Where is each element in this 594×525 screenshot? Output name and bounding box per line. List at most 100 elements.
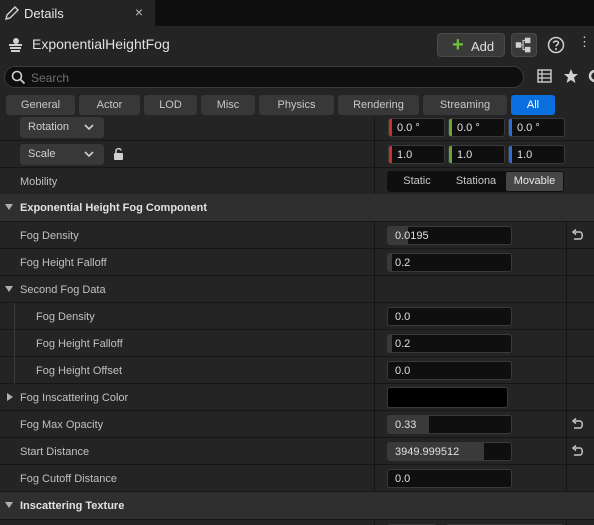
expand-arrow-icon[interactable] — [7, 393, 13, 401]
filter-rendering[interactable]: Rendering — [338, 95, 419, 115]
scale-x-value: 1.0 — [397, 149, 413, 161]
filter-lod[interactable]: LOD — [144, 95, 197, 115]
next-property-row — [0, 520, 594, 525]
fog-density-field[interactable]: 0.0195 — [387, 226, 512, 245]
search-row — [0, 62, 594, 90]
scale-z-field[interactable]: 1.0 — [508, 145, 565, 164]
fog-height-falloff-value: 0.2 — [395, 257, 411, 269]
rotation-x-field[interactable]: 0.0 ° — [388, 118, 445, 137]
scale-y-field[interactable]: 1.0 — [448, 145, 505, 164]
divider — [374, 303, 375, 330]
second-fog-height-falloff-field[interactable]: 0.2 — [387, 334, 512, 353]
category-inscattering-texture[interactable]: Inscattering Texture — [0, 492, 594, 520]
collapse-arrow-icon[interactable] — [5, 204, 13, 210]
divider — [566, 357, 567, 384]
divider — [566, 249, 567, 276]
second-fog-data-label: Second Fog Data — [20, 284, 106, 296]
divider — [566, 384, 567, 411]
mobility-stationary[interactable]: Stationa — [447, 172, 505, 191]
rotation-label: Rotation — [28, 121, 69, 133]
mobility-movable[interactable]: Movable — [506, 172, 563, 191]
divider — [374, 411, 375, 438]
category-exponential-height-fog-component[interactable]: Exponential Height Fog Component — [0, 194, 594, 222]
fog-actor-icon — [9, 38, 22, 52]
divider — [374, 465, 375, 492]
second-fog-density-label: Fog Density — [36, 311, 95, 323]
fog-cutoff-distance-field[interactable]: 0.0 — [387, 469, 512, 488]
category-title: Exponential Height Fog Component — [20, 202, 207, 214]
more-options-icon[interactable]: ⋮ — [578, 34, 594, 54]
blueprint-icon — [515, 37, 531, 53]
add-component-button[interactable]: + Add — [437, 33, 505, 57]
slider-notch — [388, 254, 392, 271]
mobility-row: Mobility Static Stationa Movable — [0, 168, 594, 195]
indent-guide — [14, 357, 15, 384]
divider — [566, 276, 567, 303]
help-icon[interactable] — [547, 36, 565, 54]
divider — [374, 520, 375, 525]
blueprint-button[interactable] — [511, 33, 537, 57]
rotation-dropdown[interactable]: Rotation — [20, 117, 104, 138]
mobility-static[interactable]: Static — [389, 172, 445, 191]
filter-actor[interactable]: Actor — [79, 95, 140, 115]
divider — [566, 438, 567, 465]
divider — [374, 249, 375, 276]
rotation-y-field[interactable]: 0.0 ° — [448, 118, 505, 137]
collapse-arrow-icon[interactable] — [5, 286, 13, 292]
filter-all[interactable]: All — [511, 95, 555, 115]
details-header: ExponentialHeightFog + Add ⋮ — [0, 26, 594, 62]
tab-details[interactable]: Details × — [0, 0, 155, 26]
gear-icon[interactable] — [587, 68, 594, 84]
x-axis-marker — [389, 146, 392, 163]
tab-title: Details — [24, 6, 64, 21]
filter-general[interactable]: General — [6, 95, 75, 115]
second-fog-density-field[interactable]: 0.0 — [387, 307, 512, 326]
actor-name[interactable]: ExponentialHeightFog — [32, 36, 170, 52]
fog-height-falloff-label: Fog Height Falloff — [20, 257, 107, 269]
unlock-icon[interactable] — [113, 147, 126, 161]
rotation-row: Rotation 0.0 ° 0.0 ° 0.0 ° — [0, 117, 594, 141]
property-matrix-icon[interactable] — [537, 69, 552, 83]
fog-max-opacity-value: 0.33 — [395, 419, 417, 431]
star-icon[interactable] — [563, 68, 579, 84]
fog-inscattering-color-row: Fog Inscattering Color — [0, 384, 594, 411]
fog-density-row: Fog Density 0.0195 — [0, 222, 594, 249]
second-fog-data-group[interactable]: Second Fog Data — [0, 276, 594, 303]
z-axis-marker — [509, 119, 512, 136]
filter-streaming[interactable]: Streaming — [423, 95, 507, 115]
second-fog-height-falloff-label: Fog Height Falloff — [36, 338, 123, 350]
collapse-arrow-icon[interactable] — [5, 502, 13, 508]
close-icon[interactable]: × — [132, 4, 146, 20]
scale-x-field[interactable]: 1.0 — [388, 145, 445, 164]
divider — [374, 168, 375, 195]
divider — [374, 357, 375, 384]
fog-cutoff-distance-label: Fog Cutoff Distance — [20, 473, 118, 485]
scale-z-value: 1.0 — [517, 149, 533, 161]
fog-density-value: 0.0195 — [395, 230, 429, 242]
start-distance-row: Start Distance 3949.999512 — [0, 438, 594, 465]
reset-to-default-icon[interactable] — [571, 418, 585, 431]
fog-max-opacity-field[interactable]: 0.33 — [387, 415, 512, 434]
y-axis-marker — [449, 119, 452, 136]
indent-guide — [14, 303, 15, 330]
mobility-label: Mobility — [20, 176, 58, 188]
fog-height-falloff-field[interactable]: 0.2 — [387, 253, 512, 272]
search-box[interactable] — [4, 66, 524, 88]
rotation-z-field[interactable]: 0.0 ° — [508, 118, 565, 137]
scale-y-value: 1.0 — [457, 149, 473, 161]
fog-inscattering-color-swatch[interactable] — [387, 387, 508, 408]
scale-dropdown[interactable]: Scale — [20, 144, 104, 165]
start-distance-label: Start Distance — [20, 446, 90, 458]
scale-label: Scale — [28, 148, 56, 160]
rotation-z-value: 0.0 ° — [517, 122, 540, 134]
rotation-y-value: 0.0 ° — [457, 122, 480, 134]
fog-cutoff-distance-row: Fog Cutoff Distance 0.0 — [0, 465, 594, 492]
reset-to-default-icon[interactable] — [571, 445, 585, 458]
filter-physics[interactable]: Physics — [259, 95, 334, 115]
second-fog-height-offset-field[interactable]: 0.0 — [387, 361, 512, 380]
reset-to-default-icon[interactable] — [571, 229, 585, 242]
search-input[interactable] — [31, 69, 511, 86]
filter-misc[interactable]: Misc — [201, 95, 255, 115]
start-distance-field[interactable]: 3949.999512 — [387, 442, 512, 461]
x-axis-marker — [389, 119, 392, 136]
